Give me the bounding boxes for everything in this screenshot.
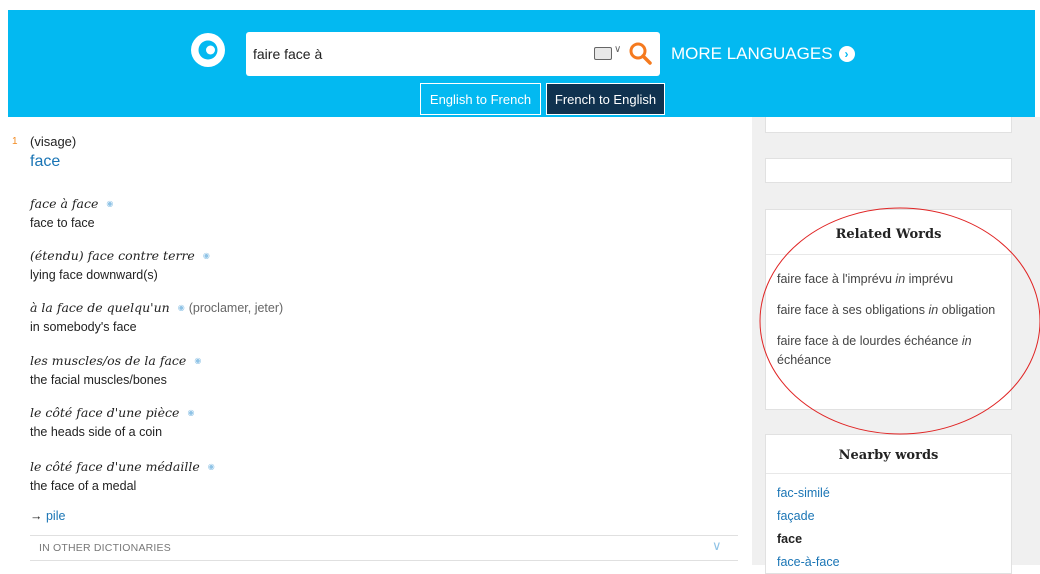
example-context: (proclamer, jeter) [188, 301, 284, 315]
related-word-item[interactable]: faire face à l'imprévu in imprévu [766, 270, 1011, 289]
example-phrase: (étendu) face contre terre [30, 248, 195, 263]
example-translation: face to face [30, 216, 95, 230]
example-phrase: face à face [30, 196, 99, 211]
related-word-item[interactable]: faire face à de lourdes échéance in éché… [766, 332, 1011, 370]
chevron-down-icon[interactable]: ∨ [712, 538, 722, 554]
cross-reference: → pile [30, 509, 65, 523]
speaker-icon[interactable]: ◉ [203, 251, 210, 260]
keyboard-icon[interactable] [594, 47, 612, 60]
example-translation: the face of a medal [30, 479, 137, 493]
nearby-word-link[interactable]: fac-similé [766, 482, 1011, 505]
example-entry: les muscles/os de la face ◉ the facial mu… [30, 352, 201, 387]
search-input[interactable] [251, 40, 585, 68]
speaker-icon[interactable]: ◉ [194, 356, 201, 365]
example-phrase: le côté face d'une médaille [30, 459, 200, 474]
sense-label: (visage) [30, 134, 77, 149]
sidebar-ad-slot [765, 117, 1012, 133]
other-dictionaries-label: IN OTHER DICTIONARIES [39, 542, 171, 554]
example-translation: in somebody's face [30, 320, 137, 334]
sidebar: Related Words faire face à l'imprévu in … [752, 117, 1040, 574]
sense-headword[interactable]: face [30, 153, 60, 171]
example-entry: le côté face d'une pièce ◉ the heads side… [30, 404, 194, 439]
chevron-down-icon[interactable]: ∨ [614, 44, 621, 55]
more-languages-label: MORE LANGUAGES [671, 44, 833, 63]
search-icon[interactable] [628, 41, 652, 65]
arrow-right-icon: › [838, 46, 855, 62]
nearby-words-panel: Nearby words fac-similé façade face face… [765, 434, 1012, 574]
speaker-icon[interactable]: ◉ [187, 408, 194, 417]
nearby-words-title: Nearby words [766, 435, 1011, 474]
example-translation: the facial muscles/bones [30, 373, 167, 387]
tab-english-to-french[interactable]: English to French [420, 83, 541, 115]
sidebar-ad-slot [765, 158, 1012, 183]
related-words-panel: Related Words faire face à l'imprévu in … [765, 209, 1012, 410]
example-phrase: les muscles/os de la face [30, 353, 187, 368]
search-box: ∨ [246, 32, 660, 76]
entry-content: 1 (visage) face face à face ◉ face to fac… [0, 117, 752, 565]
example-translation: lying face downward(s) [30, 268, 158, 282]
nearby-word-link[interactable]: face-à-face [766, 551, 1011, 574]
example-translation: the heads side of a coin [30, 425, 163, 439]
example-entry: à la face de quelqu'un ◉ (proclamer, jeter… [30, 299, 283, 334]
example-phrase: le côté face d'une pièce [30, 405, 180, 420]
arrow-right-icon: → [30, 509, 43, 523]
other-dictionaries-toggle[interactable]: IN OTHER DICTIONARIES ∨ [30, 535, 738, 561]
nearby-word-link[interactable]: façade [766, 505, 1011, 528]
speaker-icon[interactable]: ◉ [178, 303, 185, 312]
example-entry: (étendu) face contre terre ◉ lying face d… [30, 247, 210, 282]
example-entry: le côté face d'une médaille ◉ the face of… [30, 458, 215, 493]
more-languages-link[interactable]: MORE LANGUAGES › [671, 44, 855, 64]
related-words-title: Related Words [766, 210, 1011, 255]
browser-top-strip [0, 0, 1040, 10]
xref-link-pile[interactable]: pile [46, 509, 65, 523]
sense-number: 1 [12, 136, 18, 147]
example-phrase: à la face de quelqu'un [30, 300, 170, 315]
related-word-item[interactable]: faire face à ses obligations in obligati… [766, 301, 1011, 320]
speaker-icon[interactable]: ◉ [106, 199, 113, 208]
nearby-word-current: face [777, 532, 803, 546]
tab-french-to-english[interactable]: French to English [546, 83, 665, 115]
logo-icon[interactable] [189, 31, 227, 69]
header-bar: ∨ MORE LANGUAGES › English to French Fre… [8, 10, 1035, 117]
example-entry: face à face ◉ face to face [30, 195, 113, 230]
speaker-icon[interactable]: ◉ [208, 462, 215, 471]
